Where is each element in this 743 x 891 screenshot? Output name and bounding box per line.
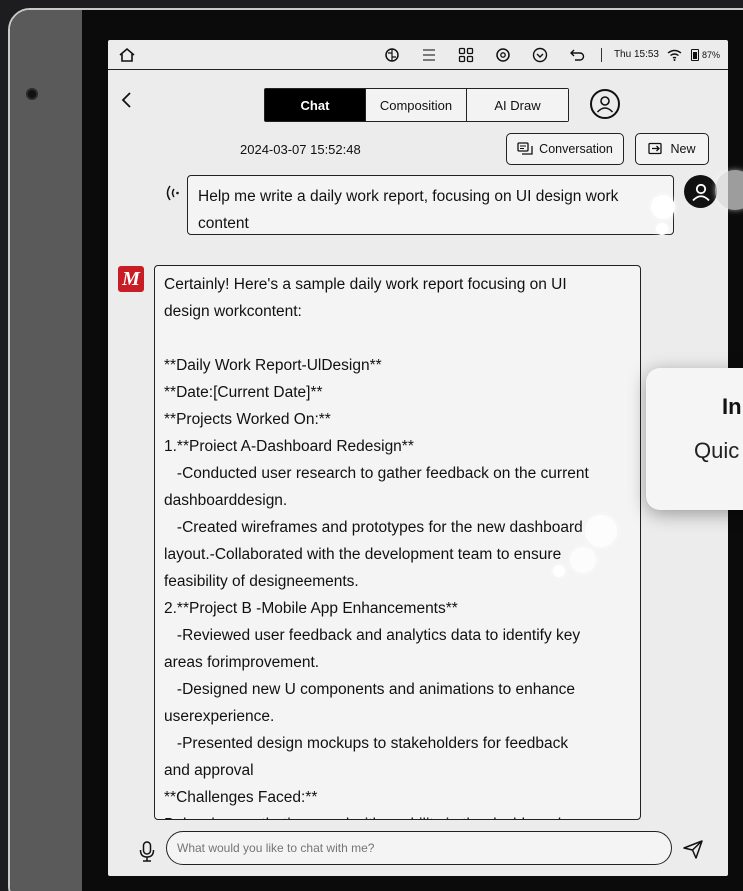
assistant-message-line: -Reviewed user feedback and analytics da… (164, 627, 581, 644)
assistant-message-bubble: Certainly! Here's a sample daily work re… (154, 265, 641, 820)
back-button[interactable] (120, 90, 140, 112)
user-message-line: Help me write a daily work report, focus… (198, 188, 619, 205)
device-bezel (10, 10, 82, 891)
assistant-message-line: userexperience. (164, 708, 275, 725)
glow-dot (651, 195, 675, 219)
assistant-message-line: Balancing aesthetic appeal with usabilit… (164, 811, 631, 819)
assistant-message-line: **Projects Worked On:** (164, 411, 331, 428)
overlay-card[interactable]: In Quic (646, 368, 743, 510)
chat-input-bar (108, 828, 728, 876)
assistant-message-line: and approval (164, 762, 254, 779)
assistant-message-line: -Created wireframes and prototypes for t… (164, 519, 583, 536)
assistant-message-line: **Date:[Current Date]** (164, 384, 323, 401)
conversation-icon (517, 142, 533, 155)
glow-dot (585, 515, 617, 547)
status-separator (600, 47, 602, 62)
conversation-label: Conversation (539, 142, 613, 156)
user-message-line: content (198, 215, 249, 232)
assistant-message-line: Certainly! Here's a sample daily work re… (164, 276, 567, 293)
list-icon[interactable] (419, 45, 439, 65)
glow-dot (553, 565, 565, 577)
assistant-message-line: -Conducted user research to gather feedb… (164, 465, 589, 482)
assistant-message-line: areas forimprovement. (164, 654, 320, 671)
glow-dot (570, 547, 596, 573)
wifi-icon (667, 45, 683, 65)
conversation-button[interactable]: Conversation (506, 133, 624, 165)
assistant-message-line: 2.**Project B -Mobile App Enhancements** (164, 600, 458, 617)
send-icon[interactable] (682, 838, 704, 860)
assistant-message-line (164, 325, 631, 352)
tab-chat[interactable]: Chat (265, 89, 366, 121)
assistant-message-line: dashboarddesign. (164, 492, 288, 509)
assistant-message-line: **Daily Work Report-UlDesign** (164, 357, 382, 374)
user-avatar-icon (691, 183, 710, 201)
assistant-message-line: 1.**Proiect A-Dashboard Redesign** (164, 438, 414, 455)
new-chat-icon (648, 142, 663, 155)
assistant-logo-icon: M (118, 266, 144, 292)
assistant-message-line: -Presented design mockups to stakeholder… (164, 735, 569, 752)
user-message-bubble: Help me write a daily work report, focus… (187, 175, 674, 235)
status-bar: Thu 15:53 87% (108, 40, 728, 70)
overlay-subtitle: Quic (694, 438, 740, 463)
chevron-circle-icon[interactable] (530, 45, 550, 65)
avatar (684, 175, 717, 208)
battery-icon (690, 48, 699, 61)
assistant-message-line: -Designed new U components and animation… (164, 681, 575, 698)
new-chat-button[interactable]: New (635, 133, 709, 165)
assistant-message-line: **Challenges Faced:** (164, 789, 318, 806)
user-icon (596, 96, 614, 113)
voice-playback-icon[interactable] (164, 184, 180, 207)
home-icon[interactable] (118, 46, 136, 64)
brain-icon[interactable] (382, 45, 402, 65)
tab-ai-draw[interactable]: AI Draw (467, 89, 568, 121)
glow-dot (656, 223, 668, 235)
mode-tabs: Chat Composition AI Draw (264, 88, 569, 122)
battery-level: 87% (701, 49, 720, 60)
apps-icon[interactable] (456, 45, 476, 65)
overlay-title: In (722, 394, 742, 419)
assistant-message-line: design workcontent: (164, 303, 302, 320)
battery-indicator: 87% (690, 48, 720, 61)
tab-composition[interactable]: Composition (366, 89, 467, 121)
screen: Thu 15:53 87% Chat Composition AI Draw 2… (108, 40, 728, 876)
assistant-message-line: layout.-Collaborated with the developmen… (164, 546, 562, 563)
new-label: New (670, 142, 696, 156)
chat-input[interactable] (166, 831, 672, 865)
session-timestamp: 2024-03-07 15:52:48 (240, 142, 361, 157)
settings-icon[interactable] (493, 45, 513, 65)
microphone-icon[interactable] (138, 840, 156, 864)
clock: Thu 15:53 (613, 49, 659, 60)
front-camera (26, 88, 38, 100)
undo-icon[interactable] (567, 45, 587, 65)
e-reader-device: Thu 15:53 87% Chat Composition AI Draw 2… (8, 8, 743, 891)
profile-button[interactable] (590, 89, 620, 119)
